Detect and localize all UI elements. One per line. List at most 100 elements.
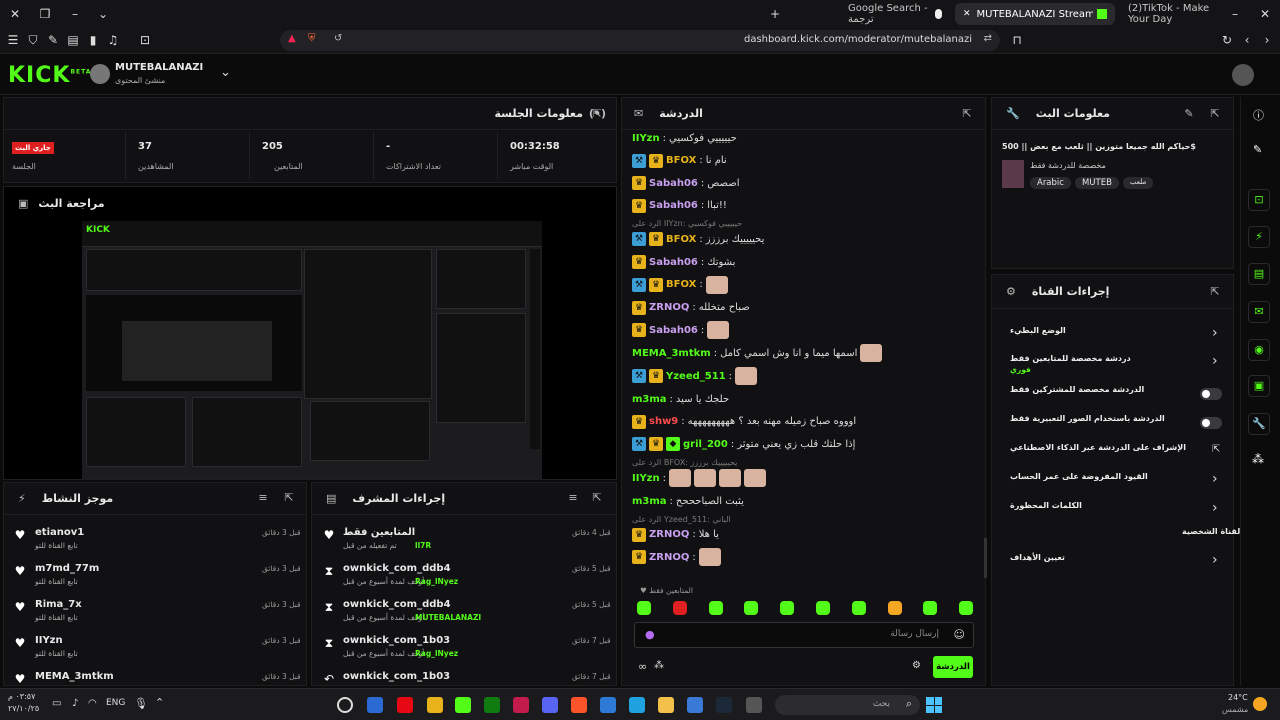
mod-action-by[interactable]: ll7R xyxy=(415,541,431,550)
send-chat-button[interactable]: الدردشة xyxy=(933,656,973,678)
chat-username[interactable]: BFOX xyxy=(666,155,696,166)
chat-message[interactable]: MEMA_3mtkm: اسمها ميما و انا وش اسمي كامل xyxy=(632,343,883,363)
kick-app-icon[interactable] xyxy=(455,697,471,713)
forward-icon[interactable]: › xyxy=(1258,31,1276,49)
date[interactable]: ٢٧/١٠/٢٥ xyxy=(8,704,39,713)
emote-shortcut[interactable] xyxy=(637,601,651,615)
chevron-right-icon[interactable]: › xyxy=(1212,500,1218,516)
mod-action-by[interactable]: Rag_lNyez xyxy=(415,649,458,658)
brave-rewards-icon[interactable]: ▲ xyxy=(288,33,296,44)
clock[interactable]: ٠٣:٥٧ م xyxy=(8,692,35,701)
wrench-tool-icon[interactable]: 🔧 xyxy=(1248,413,1270,435)
store-icon[interactable] xyxy=(600,697,616,713)
chat-message[interactable]: ♛ Sabah06: بشوتك xyxy=(632,252,735,272)
emote-shortcut[interactable] xyxy=(672,601,687,615)
tag-pill[interactable]: ملعب xyxy=(1122,177,1154,189)
tab-kick[interactable]: ✕ MUTEBALANAZI Stream - Kick D xyxy=(955,3,1115,25)
emote-shortcut[interactable] xyxy=(851,601,866,615)
microphone-icon[interactable]: 🎙 xyxy=(134,697,148,710)
mod-action-by[interactable]: Rag_lNyez xyxy=(415,577,458,586)
chevron-right-icon[interactable]: › xyxy=(1212,353,1218,369)
tab-google[interactable]: Google Search - ترجمة xyxy=(840,3,950,25)
emoji-icon[interactable]: ☺ xyxy=(954,628,965,641)
weather-temp[interactable]: 24°C xyxy=(1228,693,1248,702)
chat-message[interactable]: ⚒ ♛ BFOX: يحيييييك برززز xyxy=(632,229,764,249)
chat-message[interactable]: ♛ ZRNOQ: صباح متخلله xyxy=(632,298,750,318)
people-icon[interactable]: ⁂ xyxy=(654,660,664,671)
avatar[interactable] xyxy=(90,64,110,84)
external-link-icon[interactable]: ⇱ xyxy=(1212,444,1220,455)
expand-icon[interactable]: ⇱ xyxy=(1208,107,1222,121)
category-thumbnail[interactable] xyxy=(1002,160,1024,188)
channel-action-row[interactable]: الإشراف على الدردشة عبر الذكاء الاصطناعي xyxy=(1000,439,1226,463)
channel-action-row[interactable]: تعيين الأهداف xyxy=(1000,549,1226,573)
chevron-right-icon[interactable]: › xyxy=(1212,471,1218,487)
close-icon[interactable]: ✕ xyxy=(6,5,24,23)
emote-shortcut[interactable] xyxy=(780,601,795,615)
windows-start-icon[interactable] xyxy=(926,697,942,713)
stream-preview-video[interactable]: KICK xyxy=(82,221,542,479)
gear-icon[interactable]: ⚙ xyxy=(912,660,921,671)
netflix-icon[interactable] xyxy=(397,697,413,713)
lightning-tool-icon[interactable]: ⚡ xyxy=(1248,226,1270,248)
app-icon[interactable] xyxy=(367,697,383,713)
expand-icon[interactable]: ⇱ xyxy=(590,107,604,121)
chat-username[interactable]: IIYzn xyxy=(632,473,660,484)
chat-username[interactable]: m3ma xyxy=(632,496,667,507)
channel-action-row[interactable]: القيود المفروضة على عمر الحساب xyxy=(1000,468,1226,492)
layout-tool-icon[interactable]: ▣ xyxy=(1248,375,1270,397)
chat-username[interactable]: m3ma xyxy=(632,394,667,405)
chevron-right-icon[interactable]: › xyxy=(1212,325,1218,341)
chat-message[interactable]: ♛ ZRNOQ: يا هلا xyxy=(632,525,719,545)
app-icon[interactable] xyxy=(687,697,703,713)
chat-message[interactable]: ⚒ ♛ ◆ gril_200: إذا حلتك قلب زي يعني متوثر xyxy=(632,434,855,454)
chat-username[interactable]: Sabah06 xyxy=(649,178,698,189)
channel-action-row[interactable]: الدردشة باستخدام الصور التعبيرية فقط xyxy=(1000,410,1226,434)
extensions-icon[interactable]: ✎ xyxy=(44,31,62,49)
chevron-down-icon[interactable]: ⌄ xyxy=(94,5,112,23)
activity-username[interactable]: MEMA_3mtkm xyxy=(35,671,114,682)
chat-message[interactable]: ⚒ ♛ BFOX: xyxy=(632,275,728,295)
microphone-icon[interactable]: ● xyxy=(645,628,655,641)
chat-username[interactable]: MEMA_3mtkm xyxy=(632,348,711,359)
bookmark-icon[interactable]: ⊓ xyxy=(1008,31,1026,49)
mod-action-target[interactable]: ownkick_com_1b03 xyxy=(343,671,450,682)
channel-action-row[interactable]: القناة الشخصية xyxy=(1000,523,1243,547)
mod-action-target[interactable]: ownkick_com_ddb4 xyxy=(343,563,451,574)
channel-action-row[interactable]: الدردشة مخصصة للمشتركين فقط xyxy=(1000,381,1226,405)
chat-message[interactable]: m3ma: حلجك يا سيد xyxy=(632,389,729,409)
expand-icon[interactable]: ⇱ xyxy=(282,491,296,505)
user-avatar[interactable] xyxy=(1232,64,1254,86)
app-icon[interactable] xyxy=(746,697,762,713)
pencil-icon[interactable]: ✎ xyxy=(1253,143,1262,156)
folder-icon[interactable] xyxy=(658,697,674,713)
chat-username[interactable]: BFOX xyxy=(666,279,696,290)
minimize-window-icon[interactable]: – xyxy=(1226,5,1244,23)
expand-icon[interactable]: ⇱ xyxy=(590,491,604,505)
chat-message[interactable]: ⚒ ♛ Yzeed_511: xyxy=(632,366,758,386)
chat-message[interactable]: ♛ ZRNOQ: xyxy=(632,547,721,567)
filter-icon[interactable]: ≡ xyxy=(256,491,270,505)
chat-username[interactable]: Sabah06 xyxy=(649,257,698,268)
chat-message[interactable]: m3ma: يثبت الصباحححح xyxy=(632,491,744,511)
mod-action-target[interactable]: ownkick_com_ddb4 xyxy=(343,599,451,610)
app-icon[interactable] xyxy=(427,697,443,713)
shield-icon[interactable]: ⛉ xyxy=(24,31,42,49)
new-tab-icon[interactable]: + xyxy=(766,5,784,23)
screenshot-tool-icon[interactable]: ⊡ xyxy=(1248,189,1270,211)
channel-action-row[interactable]: دردشة مخصصة للمتابعين فقط فوري xyxy=(1000,350,1226,374)
emote-shortcut[interactable] xyxy=(816,601,830,615)
steam-icon[interactable] xyxy=(716,697,732,713)
people-icon[interactable]: ⁂ xyxy=(1252,452,1264,466)
activity-username[interactable]: IIYzn xyxy=(35,635,63,646)
share-icon[interactable]: ⇄ xyxy=(984,33,992,44)
channel-action-row[interactable]: الوضع البطيء xyxy=(1000,322,1226,346)
emote-shortcut[interactable] xyxy=(744,601,759,615)
activity-username[interactable]: Rima_7x xyxy=(35,599,82,610)
channel-switch-chevron-icon[interactable]: ⌄ xyxy=(220,65,231,80)
chat-username[interactable]: ZRNOQ xyxy=(649,302,689,313)
menu-icon[interactable]: ☰ xyxy=(4,31,22,49)
app-icon[interactable] xyxy=(513,697,529,713)
tag-pill[interactable]: Arabic xyxy=(1030,177,1071,189)
expand-icon[interactable]: ⇱ xyxy=(960,107,974,121)
